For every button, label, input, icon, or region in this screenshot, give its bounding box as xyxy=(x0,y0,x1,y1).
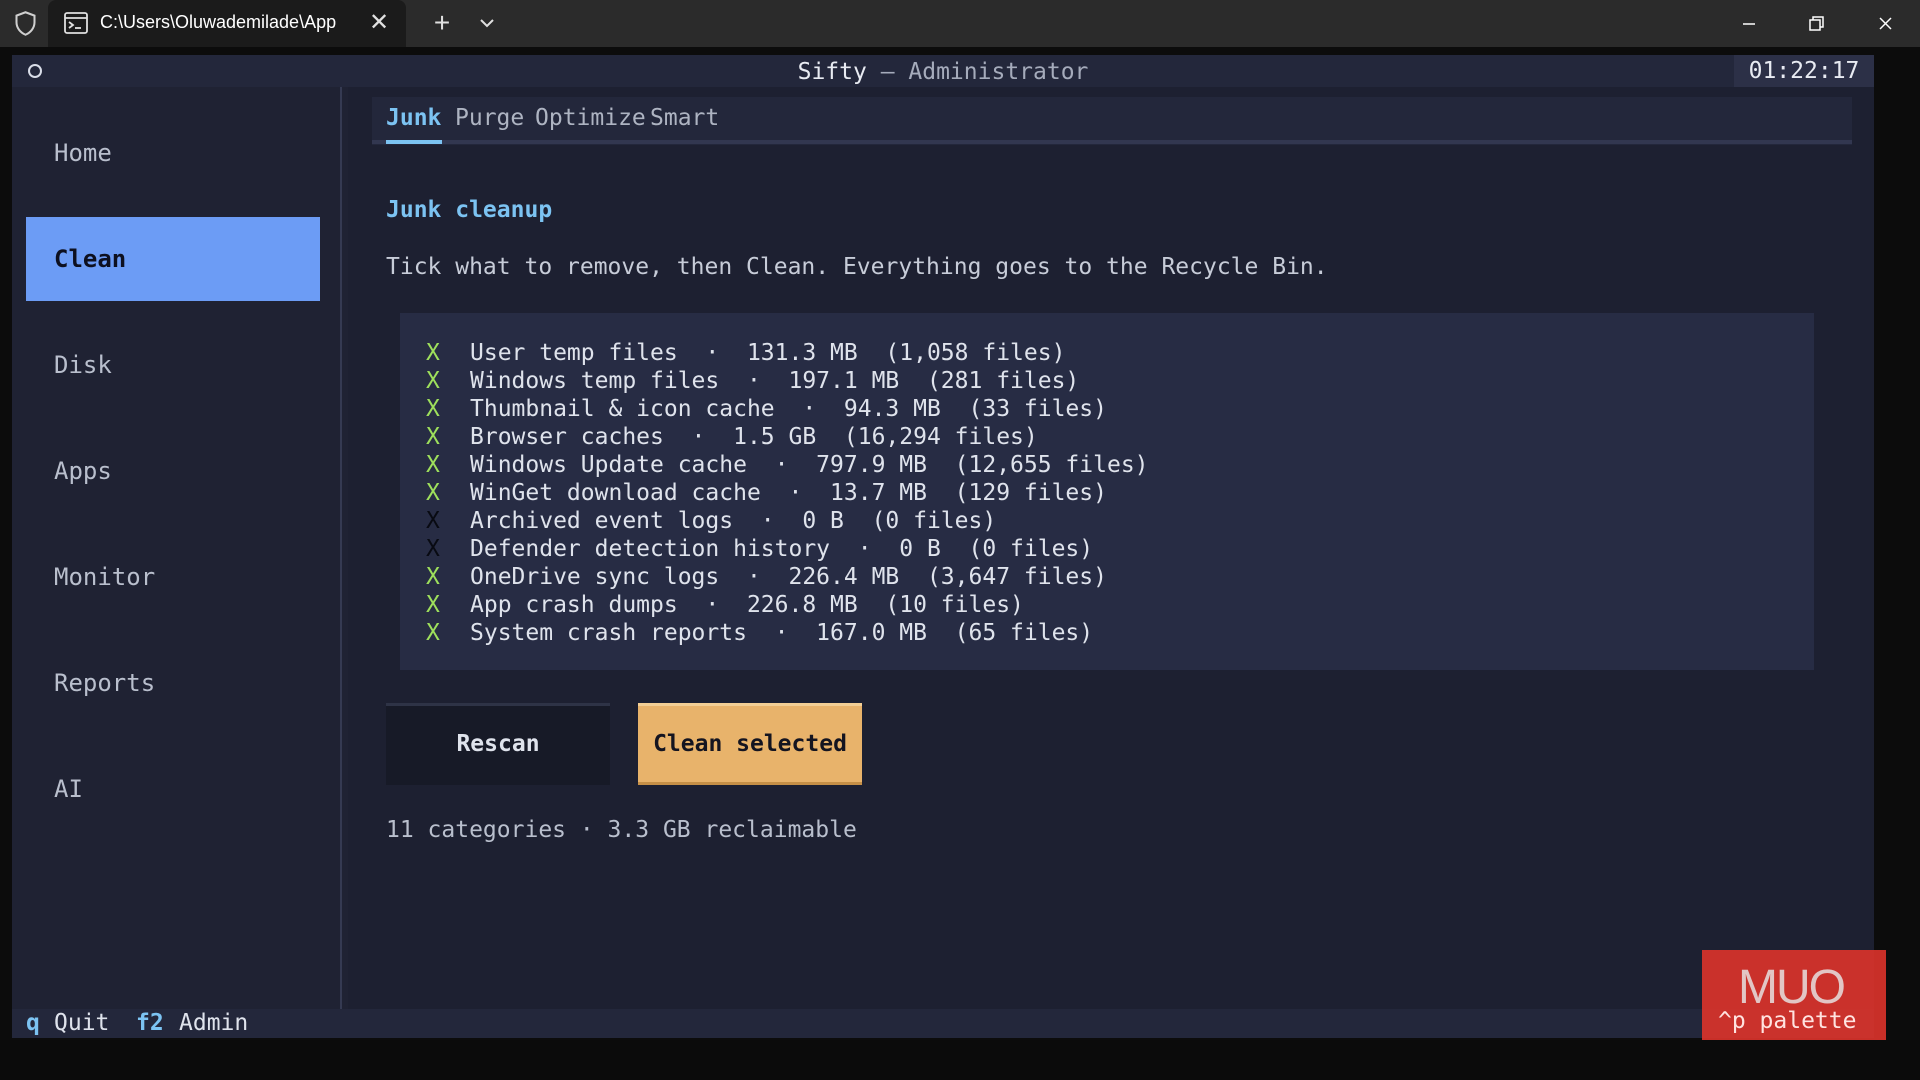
minimize-icon[interactable] xyxy=(1716,0,1782,47)
quit-label[interactable]: Quit xyxy=(54,1009,109,1038)
list-item-label: User temp files · 131.3 MB (1,058 files) xyxy=(470,340,1066,366)
quit-key[interactable]: q xyxy=(26,1009,40,1038)
admin-label[interactable]: Admin xyxy=(179,1009,248,1038)
sidebar-item-home[interactable]: Home xyxy=(26,111,320,195)
tab-bar-rule xyxy=(372,140,1852,144)
list-item-label: Browser caches · 1.5 GB (16,294 files) xyxy=(470,424,1038,450)
shield-icon xyxy=(15,11,36,36)
reclaimable-summary: 11 categories · 3.3 GB reclaimable xyxy=(386,817,857,843)
tab-junk[interactable]: Junk xyxy=(386,97,441,139)
terminal-title-bar: C:\Users\Oluwademilade\App ✕ + xyxy=(0,0,1920,47)
instructions-text: Tick what to remove, then Clean. Everyth… xyxy=(386,254,1328,280)
app-role: Administrator xyxy=(908,59,1089,85)
checkbox-mark[interactable]: X xyxy=(426,395,440,423)
title-separator: — xyxy=(866,59,909,85)
sifty-app: Sifty — Administrator 01:22:17 Home Clea… xyxy=(12,55,1874,1038)
checkbox-mark[interactable]: X xyxy=(426,367,440,395)
list-item-label: Windows Update cache · 797.9 MB (12,655 … xyxy=(470,452,1149,478)
junk-category-list: X User temp files · 131.3 MB (1,058 files… xyxy=(400,313,1814,670)
app-title: Sifty — Administrator xyxy=(12,59,1874,85)
checkbox-mark[interactable]: X xyxy=(426,479,440,507)
checkbox-mark[interactable]: X xyxy=(426,451,440,479)
checkbox-mark[interactable]: X xyxy=(426,339,440,367)
list-item-label: Windows temp files · 197.1 MB (281 files… xyxy=(470,368,1080,394)
tab-optimize[interactable]: Optimize xyxy=(535,97,646,139)
sidebar-item-ai[interactable]: AI xyxy=(26,747,320,831)
checkbox-mark[interactable]: X xyxy=(426,507,440,535)
tab-bar: Junk Purge Optimize Smart xyxy=(372,97,1852,145)
list-item-label: OneDrive sync logs · 226.4 MB (3,647 fil… xyxy=(470,564,1107,590)
section-title: Junk cleanup xyxy=(386,197,553,223)
tab-smart[interactable]: Smart xyxy=(650,97,719,139)
terminal-tab[interactable]: C:\Users\Oluwademilade\App ✕ xyxy=(48,0,406,47)
footer-keybar: q Quit f2 Admin xyxy=(12,1009,1874,1038)
restore-icon[interactable] xyxy=(1782,0,1848,47)
list-item-label: WinGet download cache · 13.7 MB (129 fil… xyxy=(470,480,1107,506)
terminal-icon xyxy=(64,12,88,34)
clock: 01:22:17 xyxy=(1734,55,1874,87)
app-name: Sifty xyxy=(797,59,867,85)
sidebar-item-disk[interactable]: Disk xyxy=(26,323,320,407)
active-tab-indicator xyxy=(386,140,442,144)
checkbox-mark[interactable]: X xyxy=(426,619,440,647)
watermark-text: MUO xyxy=(1738,961,1846,1014)
checkbox-mark[interactable]: X xyxy=(426,535,440,563)
admin-key[interactable]: f2 xyxy=(136,1009,164,1038)
list-item-label: Thumbnail & icon cache · 94.3 MB (33 fil… xyxy=(470,396,1107,422)
sidebar-divider xyxy=(340,87,342,1009)
list-item-label: System crash reports · 167.0 MB (65 file… xyxy=(470,620,1094,646)
list-item-label: Archived event logs · 0 B (0 files) xyxy=(470,508,997,534)
app-header: Sifty — Administrator 01:22:17 xyxy=(12,55,1874,87)
close-tab-icon[interactable]: ✕ xyxy=(362,6,396,40)
close-window-icon[interactable] xyxy=(1852,0,1918,47)
checkbox-mark[interactable]: X xyxy=(426,563,440,591)
new-tab-button[interactable]: + xyxy=(422,6,462,40)
checkbox-mark[interactable]: X xyxy=(426,591,440,619)
chevron-down-icon[interactable] xyxy=(470,6,504,40)
sidebar-item-apps[interactable]: Apps xyxy=(26,429,320,513)
checkbox-mark[interactable]: X xyxy=(426,423,440,451)
sidebar-item-monitor[interactable]: Monitor xyxy=(26,535,320,619)
list-item-label: App crash dumps · 226.8 MB (10 files) xyxy=(470,592,1024,618)
clean-selected-button[interactable]: Clean selected xyxy=(638,703,862,785)
terminal-bottom-edge xyxy=(0,1040,1920,1080)
tab-title: C:\Users\Oluwademilade\App xyxy=(100,12,337,32)
list-item-label: Defender detection history · 0 B (0 file… xyxy=(470,536,1094,562)
command-palette-hint[interactable]: ^p palette xyxy=(1718,1008,1856,1034)
main-panel: Junk Purge Optimize Smart Junk cleanup T… xyxy=(348,87,1874,1009)
tab-purge[interactable]: Purge xyxy=(455,97,524,139)
sidebar: Home Clean Disk Apps Monitor Reports AI xyxy=(12,87,340,1009)
sidebar-item-clean[interactable]: Clean xyxy=(26,217,320,301)
sidebar-item-reports[interactable]: Reports xyxy=(26,641,320,725)
rescan-button[interactable]: Rescan xyxy=(386,703,610,785)
